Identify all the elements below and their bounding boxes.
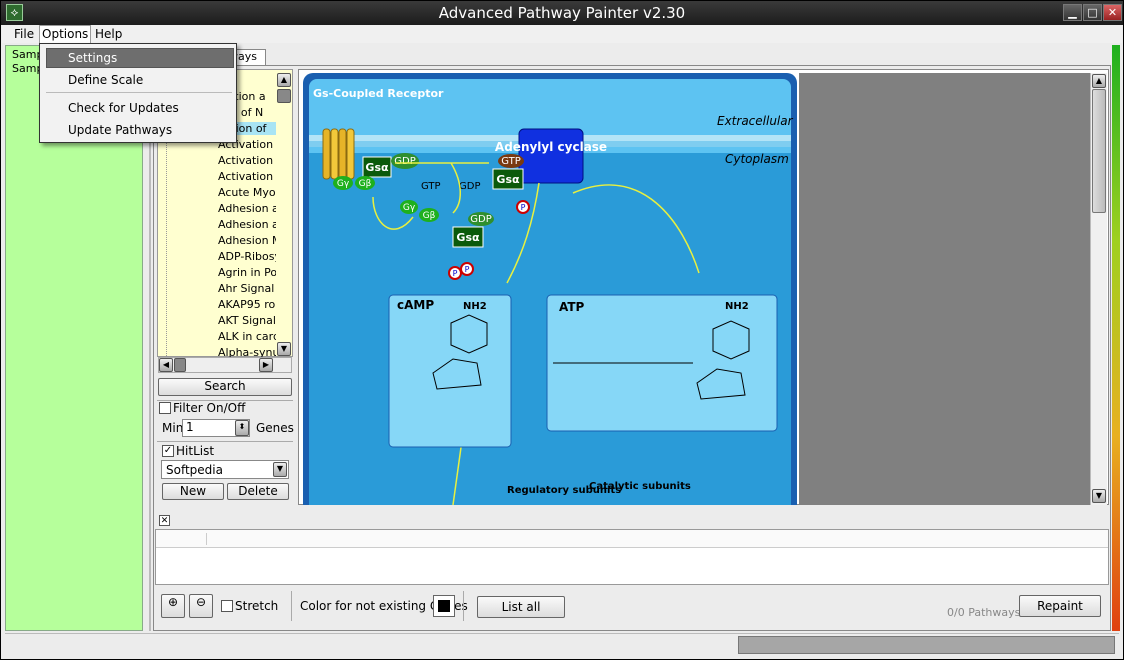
scroll-thumb[interactable] (1092, 89, 1106, 213)
svg-text:Gβ: Gβ (423, 211, 436, 221)
hitlist-label: HitList (176, 444, 215, 458)
window-title: Advanced Pathway Painter v2.30 (438, 4, 686, 22)
svg-text:P: P (465, 265, 470, 274)
list-scroll-up[interactable]: ▲ (277, 73, 291, 87)
list-item[interactable]: Adhesion ar (218, 218, 276, 231)
svg-text:P: P (521, 203, 526, 212)
divider (157, 441, 293, 442)
hitlist-select[interactable]: Softpedia (161, 460, 289, 479)
zoom-out-icon[interactable]: ⊖ (189, 594, 213, 618)
menu-bar: File Options Help (2, 25, 1122, 43)
column-divider[interactable] (206, 533, 207, 545)
list-item[interactable]: Ahr Signal T (218, 282, 276, 295)
menu-separator (46, 92, 232, 93)
list-item[interactable]: Activation of (218, 170, 276, 183)
extracellular-label: Extracellular (717, 114, 794, 128)
menu-item-update-pathways[interactable]: Update Pathways (68, 123, 172, 137)
svg-text:Gγ: Gγ (403, 203, 416, 213)
svg-text:NH2: NH2 (463, 301, 487, 312)
cytoplasm-label: Cytoplasm (725, 152, 789, 166)
canvas-background (799, 73, 1090, 505)
minimize-button[interactable]: ▁ (1063, 4, 1082, 21)
svg-text:Gβ: Gβ (359, 179, 372, 189)
svg-text:GTP: GTP (501, 156, 521, 167)
filter-checkbox[interactable] (159, 402, 171, 414)
title-bar: ⟡ Advanced Pathway Painter v2.30 ▁ □ ✕ (1, 1, 1123, 25)
svg-text:Gγ: Gγ (337, 179, 350, 189)
table-header (156, 530, 1108, 548)
list-item[interactable]: Activation of (218, 154, 276, 167)
app-window: ⟡ Advanced Pathway Painter v2.30 ▁ □ ✕ F… (0, 0, 1124, 660)
menu-help[interactable]: Help (95, 27, 122, 41)
list-item[interactable]: ADP-Ribosy (218, 250, 276, 263)
hscroll-left[interactable]: ◀ (159, 358, 173, 372)
progress-gauge (1112, 45, 1120, 631)
stretch-label: Stretch (235, 599, 279, 613)
options-menu: Settings Define Scale Check for Updates … (39, 43, 237, 143)
genes-label: Genes (256, 421, 294, 435)
svg-text:GDP: GDP (470, 214, 491, 225)
menu-item-define-scale[interactable]: Define Scale (68, 73, 143, 87)
svg-text:GDP: GDP (459, 181, 480, 192)
list-item[interactable]: Agrin in Post (218, 266, 276, 279)
svg-text:GTP: GTP (421, 181, 441, 192)
stretch-checkbox[interactable] (221, 600, 233, 612)
stepper-arrows[interactable]: ⬍ (235, 420, 249, 436)
list-all-button[interactable]: List all (477, 596, 565, 618)
list-item[interactable]: Acute Myoc (218, 186, 276, 199)
svg-text:P: P (453, 269, 458, 278)
gene-table[interactable] (155, 529, 1109, 585)
min-label: Min (162, 421, 184, 435)
atp-label: ATP (559, 300, 585, 314)
pathway-count: 0/0 Pathways (947, 606, 1021, 619)
list-item[interactable]: ALK in cardi (218, 330, 276, 343)
list-scroll-down[interactable]: ▼ (277, 342, 291, 356)
search-button[interactable]: Search (158, 378, 292, 396)
canvas-scrollbar[interactable]: ▲ ▼ (1090, 73, 1107, 505)
camp-label: cAMP (397, 298, 434, 312)
hscroll-right[interactable]: ▶ (259, 358, 273, 372)
list-item[interactable]: AKT Signalin (218, 314, 276, 327)
svg-text:GDP: GDP (394, 156, 415, 167)
repaint-button[interactable]: Repaint (1019, 595, 1101, 617)
svg-text:Gsα: Gsα (365, 161, 389, 174)
svg-text:Gsα: Gsα (456, 231, 480, 244)
scroll-up-icon[interactable]: ▲ (1092, 74, 1106, 88)
catalytic-label: Catalytic subunits (589, 481, 691, 492)
delete-button[interactable]: Delete (227, 483, 289, 500)
hitlist-checkbox[interactable]: ✓ (162, 445, 174, 457)
new-button[interactable]: New (162, 483, 224, 500)
divider (463, 591, 464, 621)
maximize-button[interactable]: □ (1083, 4, 1102, 21)
adenylyl-label: Adenylyl cyclase (495, 140, 607, 154)
list-scroll-thumb[interactable] (277, 89, 291, 103)
pathway-diagram[interactable]: Gs-Coupled Receptor Extracellular Cytopl… (303, 73, 797, 505)
menu-item-settings[interactable]: Settings (68, 51, 117, 65)
status-bar (5, 633, 1119, 657)
hscroll-thumb[interactable] (174, 358, 186, 372)
close-panel-icon[interactable]: ✕ (159, 515, 170, 526)
menu-options[interactable]: Options (39, 25, 92, 43)
receptor-label: Gs-Coupled Receptor (313, 87, 444, 100)
zoom-in-icon[interactable]: ⊕ (161, 594, 185, 618)
chevron-down-icon[interactable]: ▼ (273, 462, 287, 477)
close-button[interactable]: ✕ (1103, 4, 1122, 21)
list-item[interactable]: AKAP95 role (218, 298, 276, 311)
divider (291, 591, 292, 621)
svg-text:Gsα: Gsα (496, 173, 520, 186)
receptor-icon (322, 128, 355, 180)
menu-item-check-updates[interactable]: Check for Updates (68, 101, 179, 115)
scroll-down-icon[interactable]: ▼ (1092, 489, 1106, 503)
filter-label: Filter On/Off (173, 401, 246, 415)
status-progress (738, 636, 1115, 654)
list-item[interactable]: Adhesion ar (218, 202, 276, 215)
list-item[interactable]: Adhesion Mo (218, 234, 276, 247)
color-swatch[interactable] (433, 595, 455, 617)
menu-file[interactable]: File (14, 27, 34, 41)
svg-text:NH2: NH2 (725, 301, 749, 312)
